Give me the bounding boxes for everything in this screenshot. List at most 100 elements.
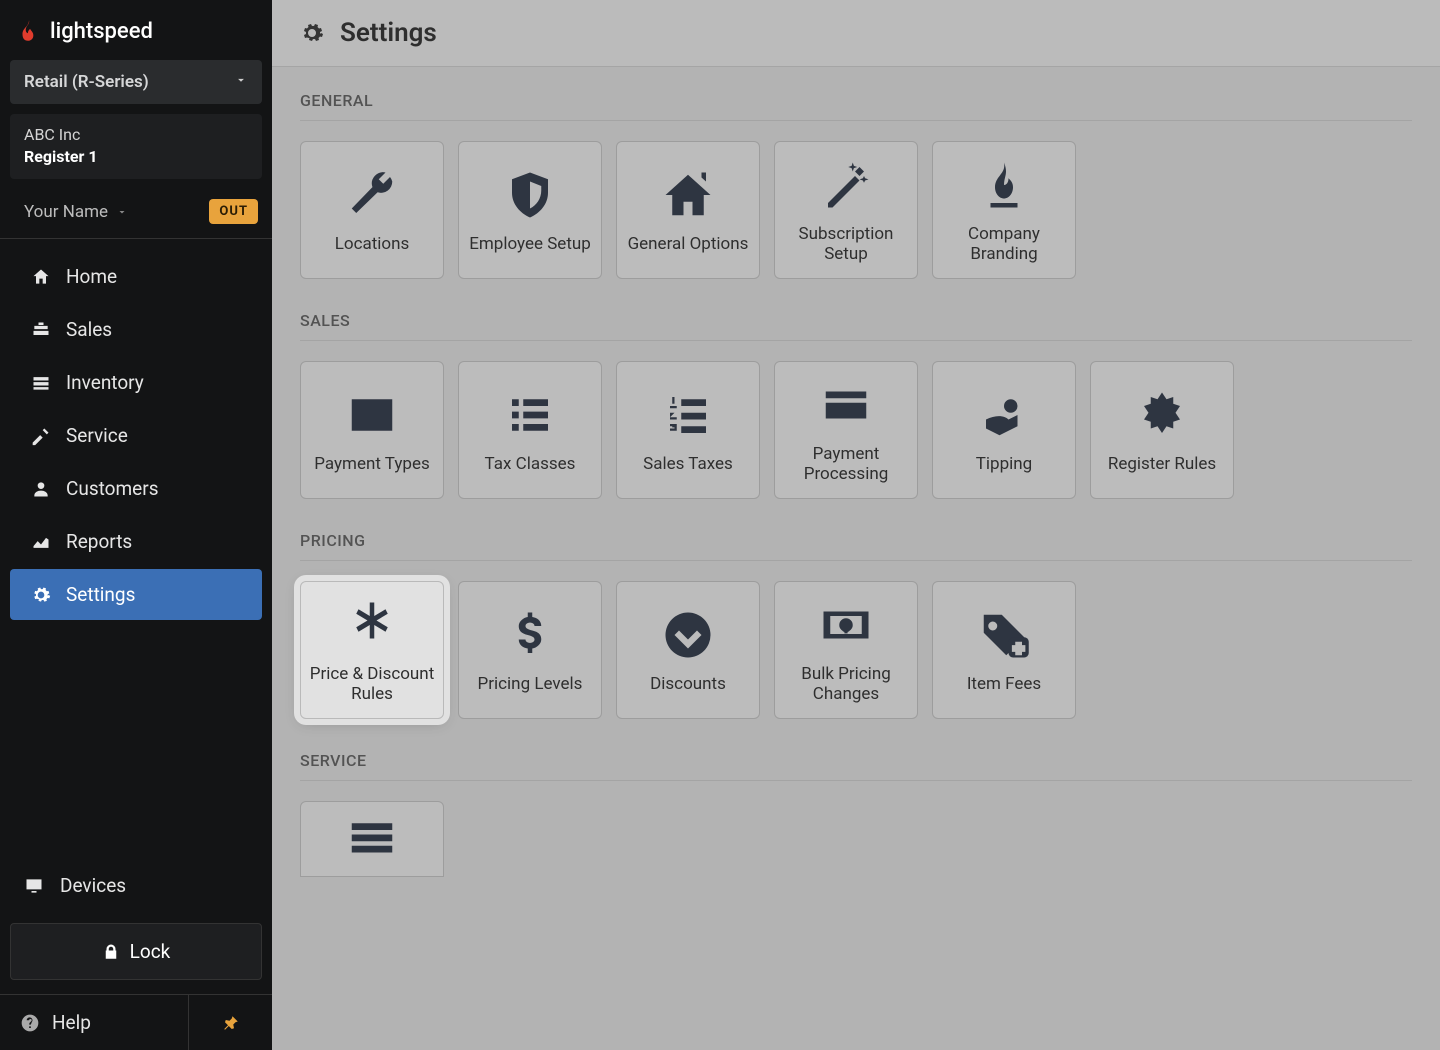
caret-down-icon <box>234 72 248 92</box>
tile-label: Tipping <box>976 454 1032 474</box>
tile-discounts[interactable]: Discounts <box>616 581 760 719</box>
section-general: GENERAL Locations Employee Setup General… <box>272 67 1440 287</box>
register-icon <box>30 319 52 341</box>
tile-payment-types[interactable]: Payment Types <box>300 361 444 499</box>
company-name: ABC Inc <box>24 124 248 146</box>
list-box-icon <box>343 386 401 444</box>
nav-item-inventory[interactable]: Inventory <box>10 357 262 408</box>
caret-down-icon <box>116 206 128 218</box>
hammer-icon <box>30 425 52 447</box>
nav-label: Reports <box>66 530 132 553</box>
tile-tax-classes[interactable]: Tax Classes <box>458 361 602 499</box>
tile-label: Sales Taxes <box>643 454 733 474</box>
card-icon <box>817 376 875 434</box>
tile-label: Bulk Pricing Changes <box>781 664 911 705</box>
tile-label: Pricing Levels <box>478 674 583 694</box>
drawer-icon <box>30 372 52 394</box>
tile-service-partial[interactable] <box>300 801 444 877</box>
nav-item-service[interactable]: Service <box>10 410 262 461</box>
stack-icon <box>345 817 399 861</box>
sidebar-item-devices[interactable]: Devices <box>0 858 272 913</box>
product-selector-label: Retail (R-Series) <box>24 72 149 92</box>
help-button[interactable]: Help <box>0 995 188 1050</box>
section-pricing: PRICING Price & Discount Rules Pricing L… <box>272 507 1440 727</box>
nav-label: Inventory <box>66 371 144 394</box>
starburst-icon <box>1133 386 1191 444</box>
nav-item-home[interactable]: Home <box>10 251 262 302</box>
dollar-icon <box>501 606 559 664</box>
page-header: Settings <box>272 0 1440 67</box>
tile-label: Item Fees <box>967 674 1041 694</box>
pin-button[interactable] <box>188 995 272 1050</box>
house-icon <box>659 166 717 224</box>
tile-label: Payment Types <box>314 454 429 474</box>
tile-label: Company Branding <box>939 224 1069 265</box>
help-icon <box>20 1013 40 1033</box>
tile-label: Tax Classes <box>485 454 576 474</box>
tipping-icon <box>975 386 1033 444</box>
tile-register-rules[interactable]: Register Rules <box>1090 361 1234 499</box>
nav-label: Sales <box>66 318 112 341</box>
devices-label: Devices <box>60 874 126 897</box>
section-title: GENERAL <box>300 91 1412 121</box>
flame-icon <box>975 156 1033 214</box>
section-title: PRICING <box>300 531 1412 561</box>
gear-icon <box>30 584 52 606</box>
user-icon <box>30 478 52 500</box>
tile-payment-processing[interactable]: Payment Processing <box>774 361 918 499</box>
tile-label: Locations <box>335 234 410 254</box>
out-badge[interactable]: OUT <box>209 199 258 224</box>
wand-icon <box>817 156 875 214</box>
tile-locations[interactable]: Locations <box>300 141 444 279</box>
nav-item-customers[interactable]: Customers <box>10 463 262 514</box>
bill-icon <box>817 596 875 654</box>
nav-item-reports[interactable]: Reports <box>10 516 262 567</box>
tile-bulk-pricing[interactable]: Bulk Pricing Changes <box>774 581 918 719</box>
tag-plus-icon <box>975 606 1033 664</box>
wrench-icon <box>343 166 401 224</box>
page-title: Settings <box>340 18 437 48</box>
section-title: SALES <box>300 311 1412 341</box>
lock-icon <box>102 943 120 961</box>
brand-logo[interactable]: lightspeed <box>0 0 272 60</box>
tile-employee-setup[interactable]: Employee Setup <box>458 141 602 279</box>
nav: Home Sales Inventory Service Customers R… <box>0 239 272 632</box>
tile-label: Payment Processing <box>781 444 911 485</box>
user-row: Your Name OUT <box>0 189 272 239</box>
lock-label: Lock <box>130 940 171 963</box>
tile-item-fees[interactable]: Item Fees <box>932 581 1076 719</box>
tile-label: Price & Discount Rules <box>307 664 437 705</box>
gear-icon <box>300 21 324 45</box>
tile-tipping[interactable]: Tipping <box>932 361 1076 499</box>
list-icon <box>501 386 559 444</box>
numbered-list-icon <box>659 386 717 444</box>
product-selector[interactable]: Retail (R-Series) <box>10 60 262 104</box>
tile-pricing-levels[interactable]: Pricing Levels <box>458 581 602 719</box>
tile-company-branding[interactable]: Company Branding <box>932 141 1076 279</box>
asterisk-icon <box>343 596 401 654</box>
lock-button[interactable]: Lock <box>10 923 262 980</box>
section-sales: SALES Payment Types Tax Classes Sales Ta… <box>272 287 1440 507</box>
sidebar: lightspeed Retail (R-Series) ABC Inc Reg… <box>0 0 272 1050</box>
company-register-block[interactable]: ABC Inc Register 1 <box>10 114 262 179</box>
user-name-dropdown[interactable]: Your Name <box>24 202 128 222</box>
nav-item-settings[interactable]: Settings <box>10 569 262 620</box>
home-icon <box>30 266 52 288</box>
tile-price-discount-rules[interactable]: Price & Discount Rules <box>300 581 444 719</box>
nav-item-sales[interactable]: Sales <box>10 304 262 355</box>
tile-sales-taxes[interactable]: Sales Taxes <box>616 361 760 499</box>
register-name: Register 1 <box>24 146 248 168</box>
flame-icon <box>16 18 42 44</box>
tile-label: Employee Setup <box>469 234 591 254</box>
main-area: Settings GENERAL Locations Employee Setu… <box>272 0 1440 1050</box>
shield-icon <box>501 166 559 224</box>
chart-icon <box>30 531 52 553</box>
brand-name: lightspeed <box>50 19 153 44</box>
nav-label: Home <box>66 265 117 288</box>
tile-general-options[interactable]: General Options <box>616 141 760 279</box>
tile-subscription-setup[interactable]: Subscription Setup <box>774 141 918 279</box>
pin-icon <box>222 1014 240 1032</box>
tile-label: Discounts <box>650 674 726 694</box>
chevron-circle-icon <box>659 606 717 664</box>
nav-label: Settings <box>66 583 135 606</box>
